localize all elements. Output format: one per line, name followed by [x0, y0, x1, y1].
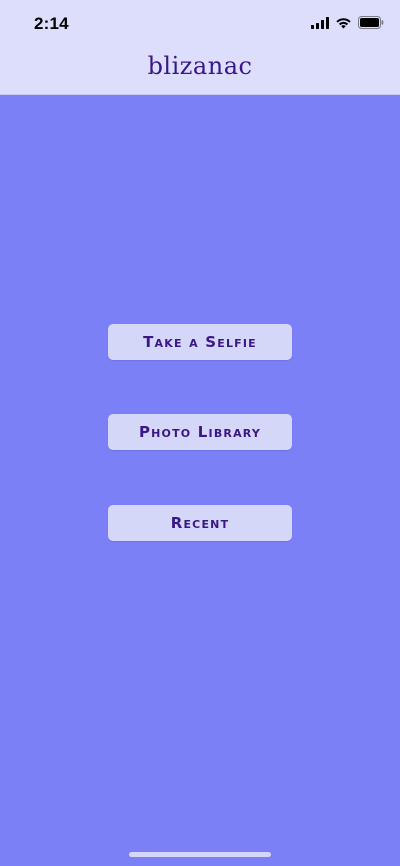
battery-icon	[358, 16, 384, 29]
status-time: 2:14	[34, 14, 69, 33]
photo-library-button[interactable]: Photo Library	[108, 414, 292, 450]
take-selfie-button[interactable]: Take a Selfie	[108, 324, 292, 360]
wifi-icon	[335, 17, 352, 29]
app-title: blizanac	[147, 52, 253, 80]
recent-button[interactable]: Recent	[108, 505, 292, 541]
main-content: Take a Selfie Photo Library Recent	[0, 95, 400, 866]
status-bar: 2:14	[0, 0, 400, 48]
cellular-signal-icon	[311, 16, 329, 29]
navigation-header: 2:14 blizanac	[0, 0, 400, 95]
home-indicator[interactable]	[129, 852, 271, 857]
status-icons	[311, 16, 384, 29]
